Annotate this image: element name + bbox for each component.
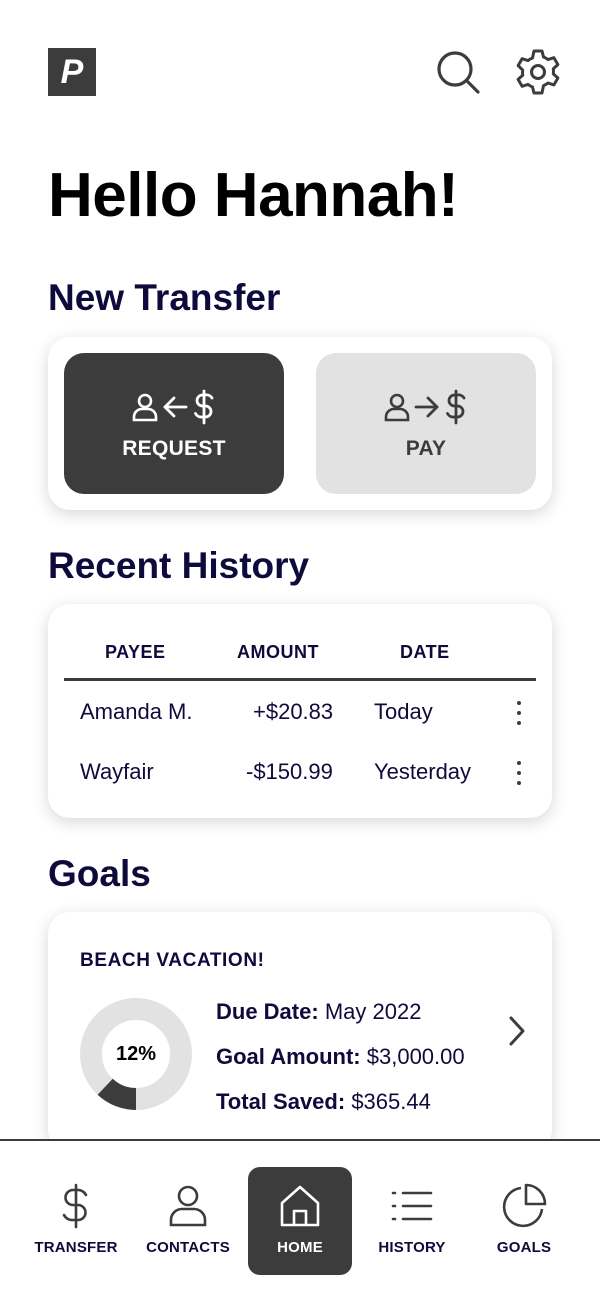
total-saved-line: Total Saved: $365.44 (216, 1089, 431, 1115)
date-cell: Today (374, 699, 433, 724)
new-transfer-card: REQUEST PAY (48, 337, 552, 510)
person-icon (132, 393, 158, 421)
new-transfer-title: New Transfer (48, 277, 281, 318)
request-label: REQUEST (122, 436, 226, 460)
goal-amount-label: Goal Amount: (216, 1044, 361, 1069)
nav-transfer[interactable]: TRANSFER (24, 1167, 128, 1275)
goal-card[interactable]: BEACH VACATION! 12% Due Date: May 2022 G… (48, 912, 552, 1152)
nav-goals-label: GOALS (496, 1239, 552, 1256)
nav-home[interactable]: HOME (248, 1167, 352, 1275)
dollar-icon (194, 389, 214, 424)
payee-cell: Amanda M. (80, 699, 193, 724)
column-header-amount: AMOUNT (237, 642, 319, 662)
nav-contacts[interactable]: CONTACTS (136, 1167, 240, 1275)
nav-contacts-label: CONTACTS (146, 1239, 230, 1256)
goals-title: Goals (48, 853, 151, 894)
pay-label: PAY (405, 436, 447, 460)
gear-icon[interactable] (514, 48, 562, 96)
amount-cell: -$150.99 (246, 759, 333, 784)
due-date-value: May 2022 (324, 999, 422, 1024)
arrow-right-icon (414, 396, 439, 417)
total-saved-value: $365.44 (351, 1089, 431, 1114)
column-header-payee: PAYEE (105, 642, 166, 662)
dollar-icon (446, 389, 466, 424)
date-cell: Yesterday (374, 759, 472, 784)
recent-history-card: PAYEE AMOUNT DATE Amanda M. +$20.83 Toda… (48, 604, 552, 818)
header-divider (64, 678, 536, 681)
chevron-right-icon[interactable] (504, 1014, 530, 1048)
nav-home-label: HOME (277, 1239, 323, 1256)
nav-history[interactable]: HISTORY (360, 1167, 464, 1275)
nav-transfer-label: TRANSFER (34, 1239, 118, 1256)
goal-amount-line: Goal Amount: $3,000.00 (216, 1044, 465, 1070)
person-icon (169, 1185, 207, 1227)
pie-chart-icon (502, 1183, 547, 1228)
arrow-left-icon (163, 396, 188, 417)
search-icon[interactable] (434, 48, 482, 96)
app-logo: P (48, 48, 96, 96)
due-date-line: Due Date: May 2022 (216, 999, 421, 1025)
person-icon (384, 393, 410, 421)
payee-cell: Wayfair (80, 759, 154, 784)
amount-cell: +$20.83 (253, 699, 334, 724)
pay-button[interactable]: PAY (316, 353, 536, 494)
greeting-title: Hello Hannah! (48, 161, 459, 230)
bottom-nav: TRANSFER CONTACTS HOME HISTORY GOALS (0, 1139, 600, 1299)
request-button[interactable]: REQUEST (64, 353, 284, 494)
more-options-icon[interactable] (509, 698, 529, 728)
goal-name: BEACH VACATION! (80, 950, 265, 971)
more-options-icon[interactable] (509, 758, 529, 788)
goal-amount-value: $3,000.00 (366, 1044, 465, 1069)
total-saved-label: Total Saved: (216, 1089, 346, 1114)
home-icon (280, 1185, 320, 1227)
nav-goals[interactable]: GOALS (472, 1167, 576, 1275)
column-header-date: DATE (400, 642, 450, 662)
nav-history-label: HISTORY (378, 1239, 446, 1256)
recent-history-title: Recent History (48, 545, 310, 586)
list-icon (391, 1191, 433, 1221)
goal-progress-label: 12% (115, 1042, 157, 1065)
due-date-label: Due Date: (216, 999, 319, 1024)
dollar-icon (62, 1183, 88, 1229)
